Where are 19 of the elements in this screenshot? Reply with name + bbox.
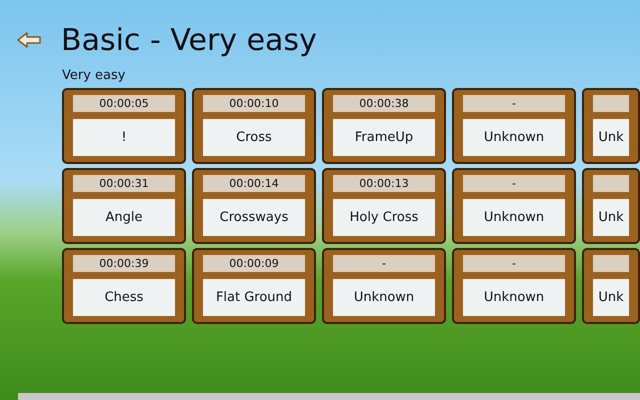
level-tile[interactable]: 00:00:31 Angle [62, 168, 186, 244]
level-tile[interactable]: 00:00:13 Holy Cross [322, 168, 446, 244]
level-tile[interactable]: - Unknown [452, 248, 576, 324]
level-tile[interactable]: 00:00:39 Chess [62, 248, 186, 324]
level-tile[interactable]: Unk [582, 248, 640, 324]
group-heading: Very easy [61, 67, 126, 84]
level-tile[interactable]: 00:00:05 ! [62, 88, 186, 164]
level-tile[interactable]: 00:00:10 Cross [192, 88, 316, 164]
horizontal-scrollbar[interactable] [18, 393, 640, 400]
level-tile[interactable]: Unk [582, 88, 640, 164]
level-tile[interactable]: - Unknown [452, 168, 576, 244]
back-arrow-icon[interactable] [17, 32, 41, 48]
level-tile[interactable]: 00:00:14 Crossways [192, 168, 316, 244]
level-tile[interactable]: 00:00:09 Flat Ground [192, 248, 316, 324]
level-tile[interactable]: - Unknown [322, 248, 446, 324]
level-tile[interactable]: - Unknown [452, 88, 576, 164]
level-tile[interactable]: 00:00:38 FrameUp [322, 88, 446, 164]
level-tile[interactable]: Unk [582, 168, 640, 244]
page-title: Basic - Very easy [61, 22, 317, 58]
